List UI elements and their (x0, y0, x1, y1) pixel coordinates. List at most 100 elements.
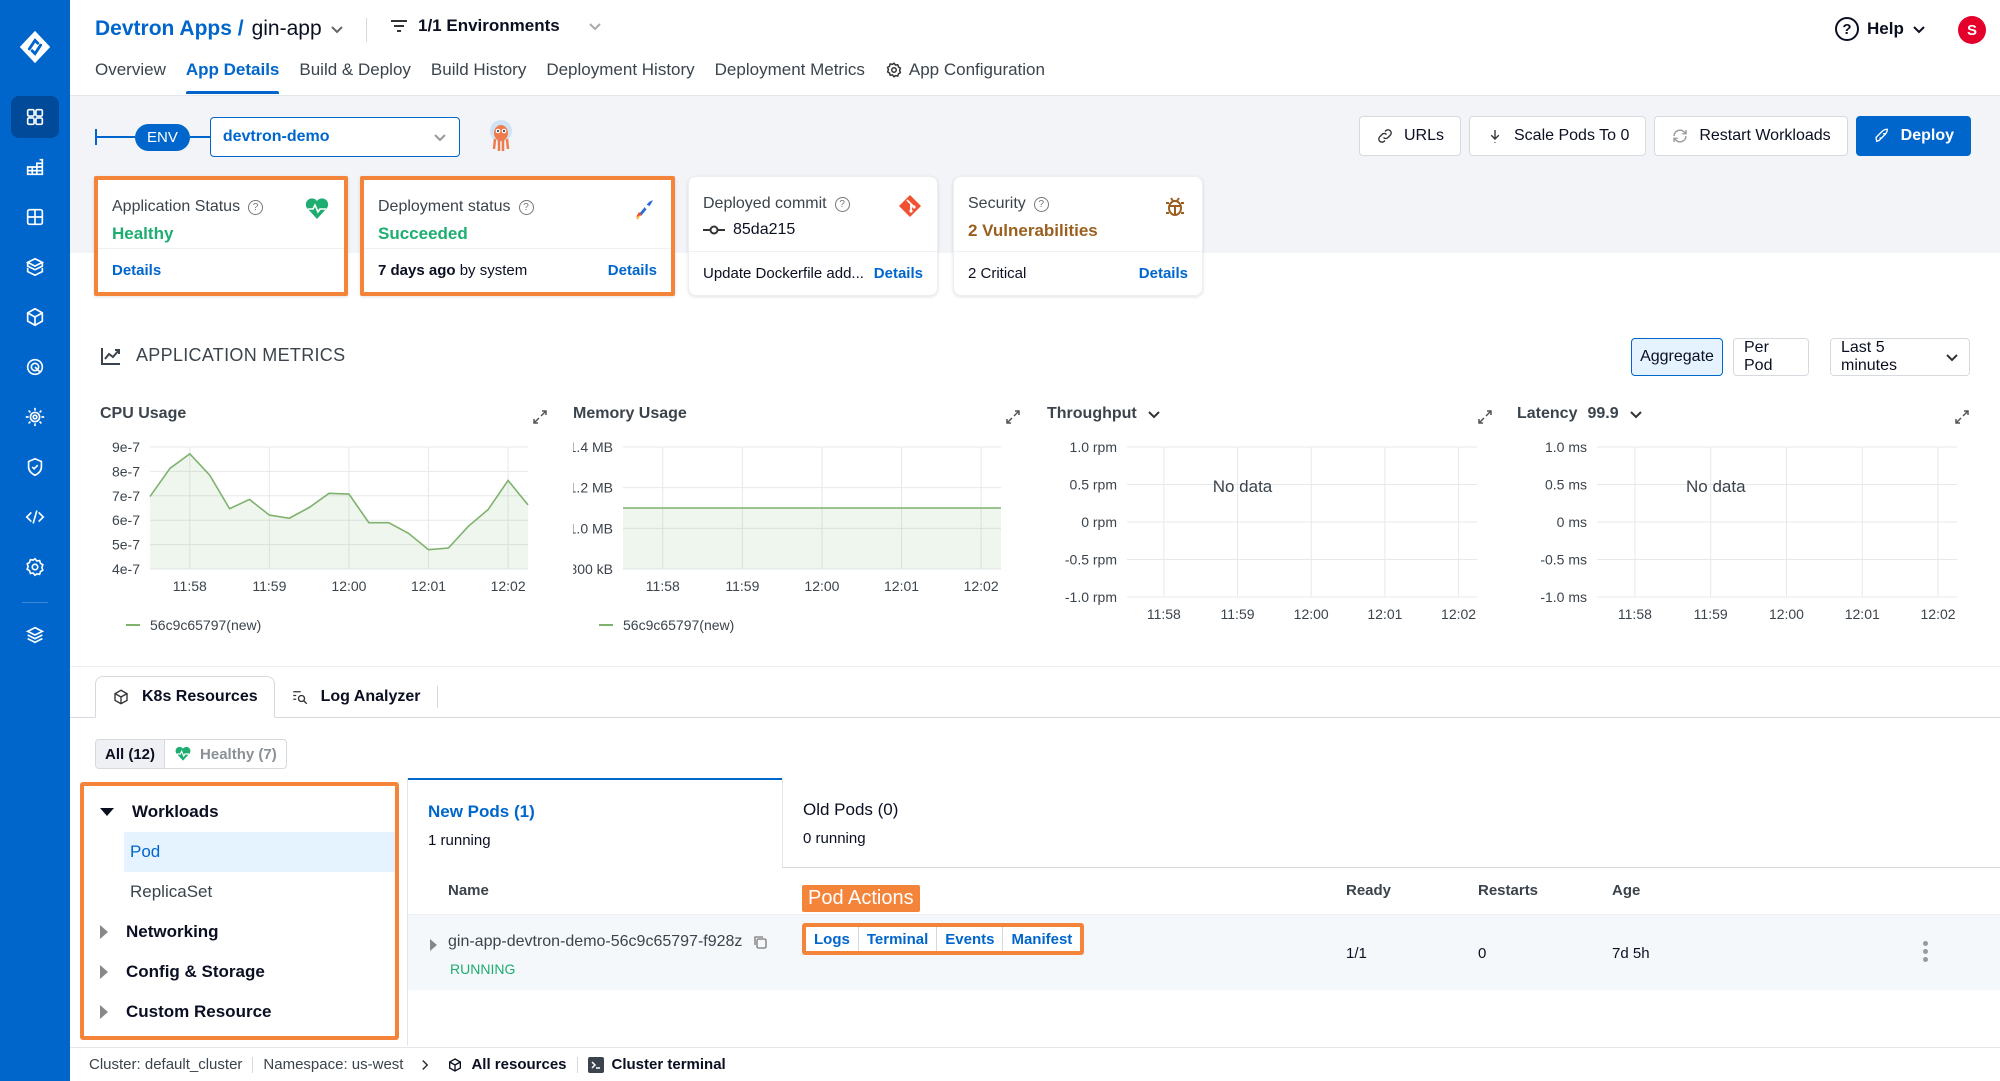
deployed-commit-label: Deployed commit? (703, 195, 850, 213)
tree-group-workloads[interactable]: Workloads (84, 792, 395, 832)
x-tick-label: 11:59 (252, 578, 286, 594)
tree-group-config-storage[interactable]: Config & Storage (84, 952, 395, 992)
deployment-status-details-link[interactable]: Details (608, 262, 657, 279)
commit-icon (703, 225, 725, 235)
more-options-icon[interactable] (1923, 941, 1929, 965)
cluster-terminal-label: Cluster terminal (611, 1056, 726, 1073)
deployment-time: 7 days ago by system (378, 262, 527, 279)
tab-overview[interactable]: Overview (95, 60, 166, 94)
per-pod-toggle[interactable]: Per Pod (1733, 338, 1809, 376)
x-tick-label: 12:02 (1441, 606, 1476, 622)
sidebar-item-chart-store[interactable] (11, 146, 59, 188)
help-icon[interactable]: ? (1033, 196, 1049, 212)
tab-app-configuration[interactable]: App Configuration (885, 60, 1045, 94)
cluster-terminal-link[interactable]: Cluster terminal (587, 1056, 726, 1073)
all-resources-link[interactable]: All resources (447, 1056, 567, 1073)
env-connector (189, 136, 210, 138)
resources-icon (449, 1057, 462, 1072)
environment-filter[interactable]: 1/1 Environments (390, 16, 602, 36)
scale-pods-button[interactable]: Scale Pods To 0 (1469, 116, 1647, 156)
pod-action-logs[interactable]: Logs (806, 927, 859, 951)
sidebar-item-stack[interactable] (11, 614, 59, 656)
sidebar-item-resource-browser[interactable] (11, 246, 59, 288)
copy-icon[interactable] (752, 934, 768, 950)
time-range-select[interactable]: Last 5 minutes (1830, 338, 1970, 376)
y-tick-label: 0 ms (1557, 514, 1587, 530)
help-icon[interactable]: ? (518, 199, 534, 215)
bug-icon (1166, 197, 1184, 216)
heart-pulse-icon (305, 198, 329, 219)
cpu-usage-chart: CPU Usage 9e-7 8e-7 7e-7 6e-7 5e-7 4e-7 11:58 1… (100, 405, 548, 645)
expand-icon[interactable] (1954, 409, 1970, 425)
security-details-link[interactable]: Details (1139, 265, 1188, 282)
tree-group-networking[interactable]: Networking (84, 912, 395, 952)
pod-action-terminal[interactable]: Terminal (859, 927, 938, 951)
tab-old-pods[interactable]: Old Pods (0) 0 running (782, 778, 2000, 868)
sidebar-item-target[interactable] (11, 346, 59, 388)
table-row[interactable]: gin-app-devtron-demo-56c9c65797-f928z RU… (408, 885, 2000, 990)
pod-action-manifest[interactable]: Manifest (1003, 927, 1080, 951)
y-tick-label: 1.0 MB (573, 520, 613, 536)
tab-new-pods[interactable]: New Pods (1) 1 running (408, 778, 782, 868)
tree-item-replicaset[interactable]: ReplicaSet (84, 872, 395, 912)
tab-log-analyzer[interactable]: Log Analyzer (275, 676, 437, 718)
devtron-logo[interactable] (16, 28, 54, 66)
y-tick-label: 6e-7 (112, 512, 140, 528)
sidebar-item-settings[interactable] (11, 546, 59, 588)
sidebar-item-app-groups[interactable] (11, 196, 59, 238)
deploy-button-label: Deploy (1900, 127, 1954, 144)
y-tick-label: -0.5 rpm (1065, 552, 1117, 568)
help-icon[interactable]: ? (248, 199, 264, 215)
user-avatar[interactable]: S (1958, 16, 1986, 44)
urls-button[interactable]: URLs (1358, 116, 1461, 156)
footer-divider (576, 1056, 578, 1073)
app-tabs: Overview App Details Build & Deploy Buil… (95, 60, 1045, 94)
sidebar-item-code[interactable] (11, 496, 59, 538)
aggregate-toggle[interactable]: Aggregate (1631, 338, 1723, 376)
expand-row-icon[interactable] (430, 939, 437, 951)
tree-group-custom-resource[interactable]: Custom Resource (84, 992, 395, 1032)
chart-title[interactable]: Latency 99.9 (1517, 405, 1643, 423)
environment-select[interactable]: devtron-demo (209, 117, 460, 157)
deploy-button[interactable]: Deploy (1855, 116, 1971, 156)
pod-actions-annotation: Pod Actions (802, 885, 920, 912)
sidebar (0, 0, 70, 1081)
sidebar-item-security-scan[interactable] (11, 396, 59, 438)
tab-deployment-metrics[interactable]: Deployment Metrics (715, 60, 865, 94)
tab-deployment-history[interactable]: Deployment History (546, 60, 694, 94)
line-chart-icon (101, 347, 120, 365)
chart-legend[interactable]: 56c9c65797(new) (599, 617, 734, 633)
commit-details-link[interactable]: Details (874, 265, 923, 282)
column-header-name: Name (448, 882, 489, 899)
help-menu[interactable]: ? Help (1835, 17, 1926, 41)
column-header-restarts: Restarts (1478, 882, 1539, 899)
pod-name-text: gin-app-devtron-demo-56c9c65797-f928z (448, 933, 743, 950)
tab-build-deploy[interactable]: Build & Deploy (299, 60, 411, 94)
sidebar-item-security[interactable] (11, 446, 59, 488)
tab-k8s-resources[interactable]: K8s Resources (95, 676, 275, 718)
sidebar-item-cube[interactable] (11, 296, 59, 338)
expand-icon[interactable] (1477, 409, 1493, 425)
help-label: Help (1867, 19, 1904, 38)
latency-chart: Latency 99.9 1.0 ms 0.5 ms 0 ms -0.5 ms -1.0… (1517, 405, 1972, 645)
expand-icon[interactable] (532, 409, 548, 425)
pod-name: gin-app-devtron-demo-56c9c65797-f928z (448, 933, 768, 951)
tab-app-details[interactable]: App Details (185, 60, 279, 94)
application-status-details-link[interactable]: Details (112, 262, 161, 279)
sidebar-item-applications[interactable] (11, 96, 59, 138)
restart-workloads-button[interactable]: Restart Workloads (1654, 116, 1848, 156)
tab-build-history[interactable]: Build History (431, 60, 526, 94)
breadcrumb-devtron-apps[interactable]: Devtron Apps / (95, 17, 244, 41)
tree-label: Custom Resource (126, 1002, 272, 1021)
x-tick-label: 11:58 (1618, 606, 1652, 622)
pod-action-events[interactable]: Events (937, 927, 1004, 951)
filter-all[interactable]: All (12) (96, 740, 165, 768)
help-icon[interactable]: ? (834, 196, 850, 212)
chevron-down-icon[interactable] (330, 22, 344, 36)
chart-legend[interactable]: 56c9c65797(new) (126, 617, 261, 633)
filter-healthy[interactable]: Healthy (7) (164, 740, 286, 768)
expand-icon[interactable] (1005, 409, 1021, 425)
tree-item-pod[interactable]: Pod (124, 832, 395, 872)
app-groups-icon (26, 208, 44, 226)
chart-title[interactable]: Throughput (1047, 405, 1161, 423)
